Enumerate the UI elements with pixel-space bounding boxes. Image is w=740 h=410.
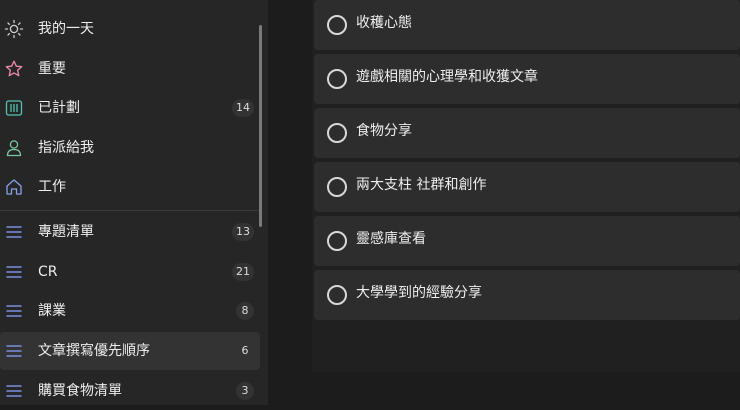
count-badge: 14 xyxy=(232,99,254,117)
list-icon xyxy=(4,301,24,321)
task-title: 收穫心態 xyxy=(356,15,412,31)
star-icon xyxy=(4,59,24,79)
task-row[interactable]: 收穫心態 xyxy=(314,0,740,50)
count-badge: 6 xyxy=(236,342,254,360)
sidebar-item-list-project[interactable]: 專題清單 13 xyxy=(0,213,260,251)
sidebar-divider xyxy=(0,210,260,211)
count-badge: 3 xyxy=(236,382,254,400)
sidebar-item-label: CR xyxy=(38,264,58,280)
sidebar-item-label: 已計劃 xyxy=(38,100,80,116)
task-row[interactable]: 大學學到的經驗分享 xyxy=(314,270,740,320)
sidebar-item-my-day[interactable]: 我的一天 xyxy=(0,10,260,48)
sidebar-scrollbar[interactable] xyxy=(259,25,262,227)
count-badge: 13 xyxy=(232,223,254,241)
task-title: 食物分享 xyxy=(356,123,412,139)
home-icon xyxy=(4,177,24,197)
sidebar: 我的一天 重要 已計劃 14 指派給我 工作 專題清單 13 CR 21 課業 … xyxy=(0,0,268,405)
task-row[interactable]: 遊戲相關的心理學和收獲文章 xyxy=(314,54,740,104)
sidebar-item-planned[interactable]: 已計劃 14 xyxy=(0,89,260,127)
complete-task-checkbox[interactable] xyxy=(327,69,347,89)
sidebar-item-label: 指派給我 xyxy=(38,140,94,156)
task-list-panel: 收穫心態 遊戲相關的心理學和收獲文章 食物分享 兩大支柱 社群和創作 靈感庫查看… xyxy=(268,0,740,405)
list-icon xyxy=(4,222,24,242)
person-icon xyxy=(4,138,24,158)
sidebar-item-important[interactable]: 重要 xyxy=(0,50,260,88)
task-title: 兩大支柱 社群和創作 xyxy=(356,177,487,193)
sidebar-item-label: 購買食物清單 xyxy=(38,383,122,399)
sun-icon xyxy=(4,19,24,39)
task-row[interactable]: 兩大支柱 社群和創作 xyxy=(314,162,740,212)
count-badge: 21 xyxy=(232,263,254,281)
list-icon xyxy=(4,381,24,401)
sidebar-item-assigned-to-me[interactable]: 指派給我 xyxy=(0,129,260,167)
list-icon xyxy=(4,262,24,282)
sidebar-item-list-coursework[interactable]: 課業 8 xyxy=(0,292,260,330)
task-row[interactable]: 靈感庫查看 xyxy=(314,216,740,266)
complete-task-checkbox[interactable] xyxy=(327,123,347,143)
sidebar-item-list-cr[interactable]: CR 21 xyxy=(0,253,260,291)
sidebar-item-label: 工作 xyxy=(38,179,66,195)
complete-task-checkbox[interactable] xyxy=(327,177,347,197)
complete-task-checkbox[interactable] xyxy=(327,285,347,305)
complete-task-checkbox[interactable] xyxy=(327,15,347,35)
sidebar-item-label: 我的一天 xyxy=(38,21,94,37)
complete-task-checkbox[interactable] xyxy=(327,231,347,251)
task-title: 靈感庫查看 xyxy=(356,231,426,247)
sidebar-item-list-grocery[interactable]: 購買食物清單 3 xyxy=(0,372,260,410)
sidebar-item-label: 重要 xyxy=(38,61,66,77)
task-title: 遊戲相關的心理學和收獲文章 xyxy=(356,69,538,85)
sidebar-item-label: 文章撰寫優先順序 xyxy=(38,343,150,359)
sidebar-item-tasks[interactable]: 工作 xyxy=(0,168,260,206)
task-row[interactable]: 食物分享 xyxy=(314,108,740,158)
calendar-icon xyxy=(4,98,24,118)
sidebar-item-label: 專題清單 xyxy=(38,224,94,240)
list-icon xyxy=(4,341,24,361)
task-title: 大學學到的經驗分享 xyxy=(356,285,482,301)
sidebar-item-label: 課業 xyxy=(38,303,66,319)
sidebar-item-list-article-priority[interactable]: 文章撰寫優先順序 6 xyxy=(0,332,260,370)
count-badge: 8 xyxy=(236,302,254,320)
